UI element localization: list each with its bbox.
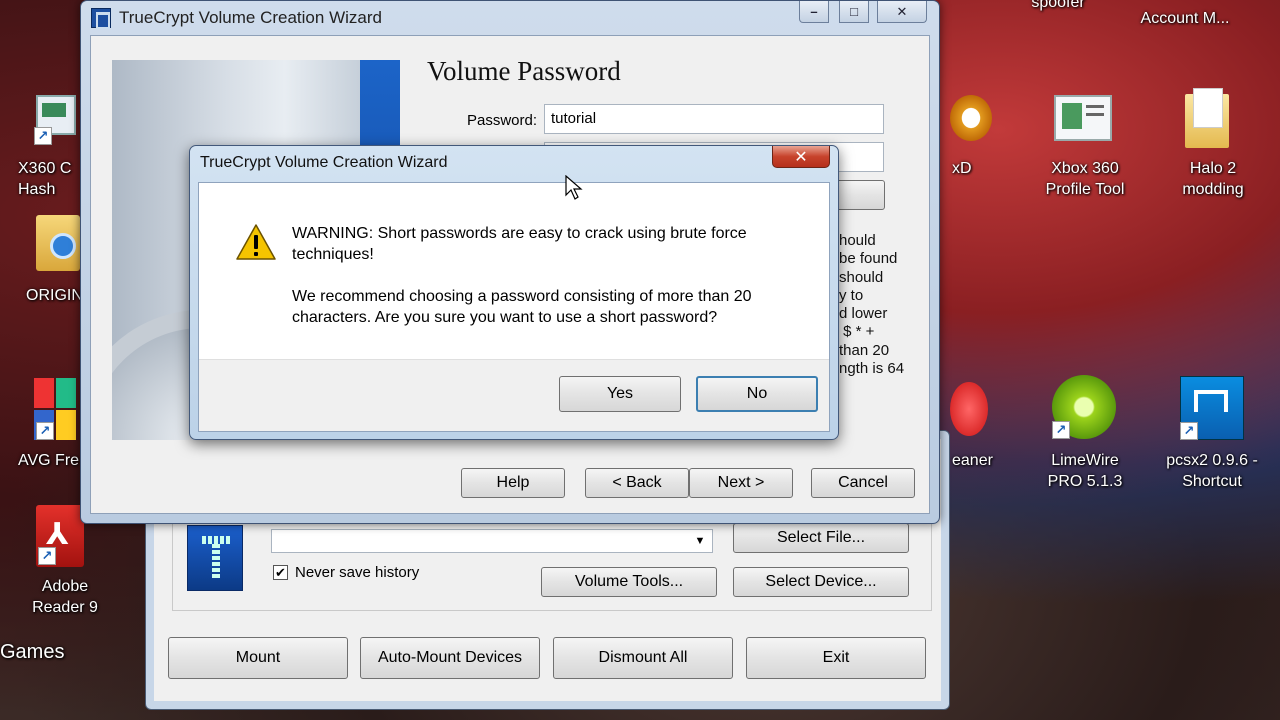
truecrypt-app-icon (91, 8, 111, 29)
back-button[interactable]: < Back (585, 468, 689, 498)
password-value: tutorial (551, 110, 597, 127)
warning-message-line-1: WARNING: Short passwords are easy to cra… (292, 225, 747, 263)
limewire-icon[interactable]: ↗ (1052, 375, 1118, 441)
origin-icon[interactable] (36, 215, 86, 275)
desktop-label-account[interactable]: Account M... (1130, 8, 1240, 29)
help-button[interactable]: Help (461, 468, 565, 498)
exit-button[interactable]: Exit (746, 637, 926, 679)
desktop-label-xbox[interactable]: Xbox 360 Profile Tool (1030, 158, 1140, 200)
never-save-history-checkbox[interactable]: ✔ (273, 565, 288, 580)
desktop-label-halo[interactable]: Halo 2 modding (1168, 158, 1258, 200)
select-file-button[interactable]: Select File... (733, 523, 909, 553)
warning-icon (235, 223, 277, 265)
xbox-profile-tool-icon[interactable] (1054, 95, 1114, 145)
desktop-label-pcsx2[interactable]: pcsx2 0.9.6 - Shortcut (1150, 450, 1274, 492)
x360-hash-icon[interactable]: ↗ (30, 95, 82, 145)
warning-dialog: TrueCrypt Volume Creation Wizard ✕ WARNI… (189, 145, 839, 440)
warning-message: WARNING: Short passwords are easy to cra… (292, 223, 812, 349)
desktop-label-games[interactable]: Games (0, 642, 64, 663)
desktop-label-spoofer[interactable]: spoofer (1028, 0, 1088, 13)
close-button[interactable]: ✕ (877, 1, 927, 23)
yes-button[interactable]: Yes (559, 376, 681, 412)
ccleaner-icon[interactable] (950, 378, 990, 438)
dialog-title: TrueCrypt Volume Creation Wizard (200, 154, 448, 171)
truecrypt-logo-icon (187, 525, 243, 591)
maximize-button[interactable]: □ (839, 1, 869, 23)
desktop-label-cleaner[interactable]: eaner (952, 450, 1002, 471)
mouse-cursor-icon (565, 174, 583, 205)
desktop: ↗ X360 C Hash ORIGIN ↗ AVG Fre ⅄ ↗ Adobe… (0, 0, 1280, 720)
desktop-label-xd[interactable]: xD (952, 158, 982, 179)
password-info-text: hould be found should y to d lower $ * +… (839, 232, 905, 378)
dismount-all-button[interactable]: Dismount All (553, 637, 733, 679)
page-title: Volume Password (427, 56, 621, 86)
desktop-label-adobe[interactable]: Adobe Reader 9 (22, 576, 108, 618)
auto-mount-devices-button[interactable]: Auto-Mount Devices (360, 637, 540, 679)
select-device-button[interactable]: Select Device... (733, 567, 909, 597)
dialog-close-button[interactable]: ✕ (772, 146, 830, 168)
wizard-title: TrueCrypt Volume Creation Wizard (119, 8, 382, 27)
next-button[interactable]: Next > (689, 468, 793, 498)
dialog-body: WARNING: Short passwords are easy to cra… (198, 182, 830, 432)
halo-folder-icon[interactable] (1185, 88, 1235, 148)
password-label: Password: (467, 112, 538, 129)
mount-button[interactable]: Mount (168, 637, 348, 679)
never-save-history-label: Never save history (295, 564, 420, 581)
xd-icon[interactable] (950, 95, 994, 145)
adobe-reader-icon[interactable]: ⅄ ↗ (36, 505, 86, 569)
desktop-label-origin[interactable]: ORIGIN (26, 285, 86, 306)
keyfiles-button[interactable] (831, 180, 885, 210)
desktop-label-limewire[interactable]: LimeWire PRO 5.1.3 (1030, 450, 1140, 492)
volume-path-combo[interactable] (271, 529, 713, 553)
minimize-button[interactable]: – (799, 1, 829, 23)
password-field[interactable]: tutorial (544, 104, 884, 134)
no-button[interactable]: No (696, 376, 818, 412)
desktop-label-avg[interactable]: AVG Fre (18, 450, 88, 471)
combo-dropdown-arrow[interactable]: ▼ (689, 531, 711, 551)
avg-icon[interactable]: ↗ (34, 378, 80, 440)
warning-message-line-2: We recommend choosing a password consist… (292, 288, 752, 326)
cancel-button[interactable]: Cancel (811, 468, 915, 498)
pcsx2-icon[interactable]: ↗ (1180, 376, 1246, 442)
dialog-button-bar: Yes No (199, 359, 829, 431)
volume-tools-button[interactable]: Volume Tools... (541, 567, 717, 597)
